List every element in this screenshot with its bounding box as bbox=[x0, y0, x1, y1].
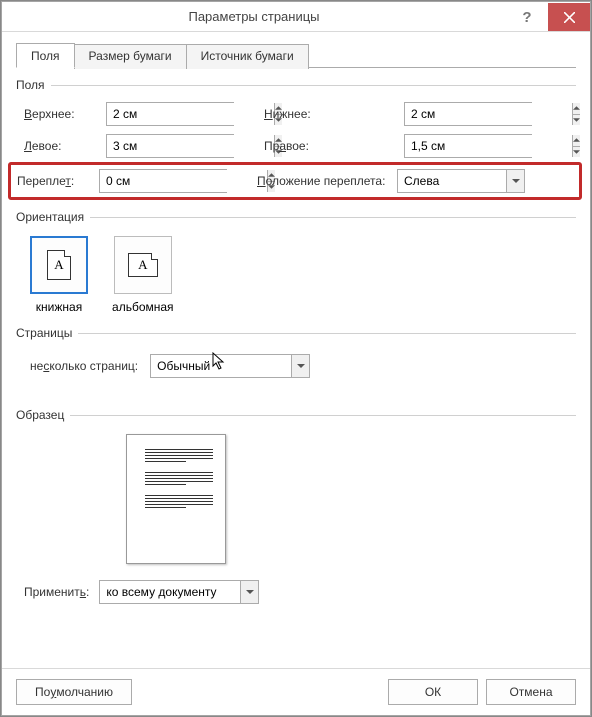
chevron-down-icon bbox=[506, 170, 524, 192]
input-top-margin[interactable] bbox=[106, 102, 234, 126]
tab-paper-source[interactable]: Источник бумаги bbox=[186, 44, 309, 69]
label-left: Левое: bbox=[24, 139, 106, 153]
label-bottom: Нижнее: bbox=[264, 107, 404, 121]
page-setup-dialog: Параметры страницы ? Поля Размер бумаги … bbox=[1, 1, 591, 716]
default-button[interactable]: По умолчанию bbox=[16, 679, 132, 705]
label-multi-pages: несколько страниц: bbox=[30, 359, 138, 373]
ok-button[interactable]: ОК bbox=[388, 679, 478, 705]
orientation-portrait-label: книжная bbox=[36, 300, 82, 314]
label-gutter-pos: Положение переплета: bbox=[257, 174, 397, 188]
dialog-content: Поля Размер бумаги Источник бумаги Поля … bbox=[2, 32, 590, 668]
chevron-down-icon bbox=[240, 581, 258, 603]
page-preview bbox=[126, 434, 226, 564]
tab-bar: Поля Размер бумаги Источник бумаги bbox=[16, 42, 576, 68]
help-button[interactable]: ? bbox=[506, 3, 548, 31]
orientation-portrait[interactable]: A книжная bbox=[30, 236, 88, 314]
tab-paper-size[interactable]: Размер бумаги bbox=[74, 44, 187, 69]
tab-margins[interactable]: Поля bbox=[16, 43, 75, 68]
input-bottom-margin[interactable] bbox=[404, 102, 532, 126]
orientation-landscape-label: альбомная bbox=[112, 300, 174, 314]
input-left-margin[interactable] bbox=[106, 134, 234, 158]
label-right: Правое: bbox=[264, 139, 404, 153]
group-pages-label: Страницы bbox=[16, 326, 72, 340]
group-margins: Поля Верхнее: Нижнее: Левое: Правое: Пер… bbox=[16, 78, 576, 200]
orientation-landscape[interactable]: A альбомная bbox=[112, 236, 174, 314]
cancel-button[interactable]: Отмена bbox=[486, 679, 576, 705]
chevron-down-icon bbox=[291, 355, 309, 377]
titlebar: Параметры страницы ? bbox=[2, 2, 590, 32]
group-margins-label: Поля bbox=[16, 78, 45, 92]
close-button[interactable] bbox=[548, 3, 590, 31]
select-gutter-position[interactable]: Слева bbox=[397, 169, 525, 193]
group-preview: Образец bbox=[16, 408, 576, 564]
window-title: Параметры страницы bbox=[2, 9, 506, 24]
label-top: Верхнее: bbox=[24, 107, 106, 121]
cursor-icon bbox=[212, 352, 228, 372]
input-gutter[interactable] bbox=[99, 169, 227, 193]
label-apply: Применить: bbox=[24, 585, 89, 599]
group-orientation-label: Ориентация bbox=[16, 210, 84, 224]
group-pages: Страницы несколько страниц: Обычный bbox=[16, 326, 576, 384]
group-preview-label: Образец bbox=[16, 408, 64, 422]
gutter-highlight: Переплет: Положение переплета: Слева bbox=[8, 162, 582, 200]
close-icon bbox=[564, 12, 575, 23]
label-gutter: Переплет: bbox=[17, 174, 99, 188]
select-apply-to[interactable]: ко всему документу bbox=[99, 580, 259, 604]
group-orientation: Ориентация A книжная A альбомная bbox=[16, 210, 576, 316]
input-right-margin[interactable] bbox=[404, 134, 532, 158]
dialog-footer: По умолчанию ОК Отмена bbox=[2, 668, 590, 715]
apply-row: Применить: ко всему документу bbox=[16, 574, 576, 604]
select-multi-pages[interactable]: Обычный bbox=[150, 354, 310, 378]
